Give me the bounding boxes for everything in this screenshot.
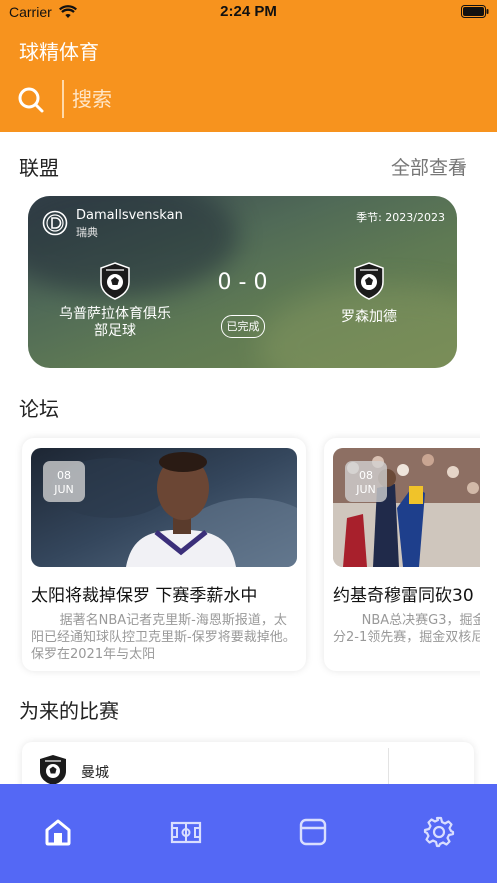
search-divider	[62, 80, 64, 118]
chevron-right-icon[interactable]	[458, 162, 466, 172]
post-date-month: JUN	[356, 483, 376, 496]
forum-post-excerpt: NBA总决赛G3，掘金火，掘金取得大比分2-1领先赛，掘金双核尼古拉-约	[333, 613, 480, 645]
search-bar[interactable]	[0, 78, 497, 122]
forum-post-excerpt: 据著名NBA记者克里斯-海恩斯报道，太阳已经通知球队控卫克里斯-保罗将要裁掉他。…	[31, 613, 297, 662]
forum-carousel[interactable]: 08 JUN 太阳将裁掉保罗 下赛季薪水中 据著名NBA记者克里斯-海恩斯报道，…	[0, 430, 480, 680]
team-badge-icon	[40, 755, 66, 785]
battery-icon	[461, 5, 489, 18]
status-bar: Carrier 2:24 PM	[0, 0, 497, 26]
card-icon[interactable]	[297, 816, 329, 848]
post-date-badge: 08 JUN	[345, 461, 387, 502]
forum-post-image: 08 JUN	[333, 448, 480, 567]
forum-post-card[interactable]: 08 JUN 约基奇穆雷同砍30 NBA总决赛G3，掘金火，掘金取得大比分2-1…	[324, 438, 480, 671]
season-label: 季节: 2023/2023	[356, 211, 445, 224]
forum-post-image: 08 JUN	[31, 448, 297, 567]
leagues-section-title: 联盟	[19, 156, 59, 180]
match-status-badge: 已完成	[221, 315, 265, 338]
league-name: Damallsvenskan	[76, 208, 183, 223]
league-match-card[interactable]: Damallsvenskan 瑞典 季节: 2023/2023 0 - 0 已完…	[28, 196, 457, 368]
app-header: Carrier 2:24 PM 球精体育	[0, 0, 497, 132]
post-date-month: JUN	[54, 483, 74, 496]
forum-post-card[interactable]: 08 JUN 太阳将裁掉保罗 下赛季薪水中 据著名NBA记者克里斯-海恩斯报道，…	[22, 438, 306, 671]
upcoming-section-title: 为来的比赛	[19, 699, 119, 723]
forum-post-title: 约基奇穆雷同砍30	[333, 586, 474, 606]
gear-icon[interactable]	[423, 816, 455, 848]
home-team-name: 乌普萨拉体育俱乐部足球	[59, 306, 171, 339]
search-input[interactable]	[72, 83, 452, 115]
match-score: 0 - 0	[217, 270, 268, 295]
post-date-day: 08	[57, 469, 71, 482]
pitch-icon[interactable]	[170, 816, 202, 848]
see-all-link[interactable]: 全部查看	[391, 153, 467, 180]
app-title: 球精体育	[19, 40, 99, 64]
forum-section-title: 论坛	[19, 397, 59, 421]
league-country: 瑞典	[76, 226, 98, 239]
league-logo-icon	[42, 210, 68, 236]
post-date-badge: 08 JUN	[43, 461, 85, 502]
match-team-name: 曼城	[81, 765, 109, 781]
forum-post-title: 太阳将裁掉保罗 下赛季薪水中	[31, 586, 258, 606]
post-date-day: 08	[359, 469, 373, 482]
status-time: 2:24 PM	[220, 3, 277, 20]
search-icon[interactable]	[17, 86, 45, 114]
home-icon[interactable]	[42, 816, 74, 848]
away-team-name: 罗森加德	[341, 309, 397, 325]
tab-bar	[0, 784, 497, 883]
